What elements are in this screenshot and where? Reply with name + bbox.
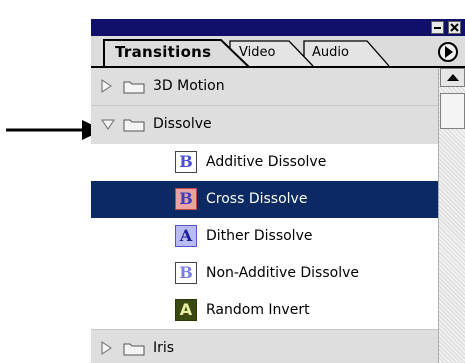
list-item[interactable]: B Additive Dissolve [91,144,438,181]
non-additive-dissolve-icon: B [175,262,197,284]
row-label: Random Invert [206,302,310,318]
palette-menu-button[interactable] [438,42,458,62]
list-item[interactable]: 3D Motion [91,68,438,105]
close-icon [450,23,459,32]
additive-dissolve-icon: B [175,151,197,173]
random-invert-icon: A [175,299,197,321]
folder-icon [123,343,145,356]
scroll-up-button[interactable] [440,68,465,87]
vertical-scrollbar[interactable] [438,68,465,363]
list-item[interactable]: Dissolve [91,106,438,143]
list-item[interactable]: A Dither Dissolve [91,218,438,255]
list-item[interactable]: A Random Invert [91,292,438,329]
arrow-up-icon [447,74,459,81]
list-item-selected[interactable]: B Cross Dissolve [91,181,438,218]
disclosure-expanded-icon[interactable] [101,119,115,130]
row-label: Dither Dissolve [206,228,313,244]
transitions-list: 3D Motion Dissolve B Additive Dissolve B… [91,68,465,363]
scroll-thumb[interactable] [440,93,465,129]
row-label: 3D Motion [153,78,225,94]
row-label: Iris [153,340,175,356]
close-button[interactable] [448,21,461,34]
cross-dissolve-icon: B [175,188,197,210]
folder-icon [123,119,145,132]
dither-dissolve-icon: A [175,225,197,247]
tab-transitions-label: Transitions [115,43,212,61]
minimize-button[interactable] [431,21,444,34]
row-label: Additive Dissolve [206,154,327,170]
row-label: Cross Dissolve [206,191,308,207]
row-label: Dissolve [153,116,212,132]
transitions-palette: Audio Video Transitions 3D Motion Dissol… [91,19,465,363]
list-item[interactable]: Iris [91,330,438,363]
tab-strip: Audio Video Transitions [91,36,465,67]
row-label: Non-Additive Dissolve [206,265,359,281]
disclosure-collapsed-icon[interactable] [101,79,112,93]
palette-titlebar[interactable] [91,19,465,36]
disclosure-collapsed-icon[interactable] [101,341,112,355]
play-right-icon [445,46,453,58]
list-item[interactable]: B Non-Additive Dissolve [91,255,438,292]
folder-icon [123,81,145,94]
